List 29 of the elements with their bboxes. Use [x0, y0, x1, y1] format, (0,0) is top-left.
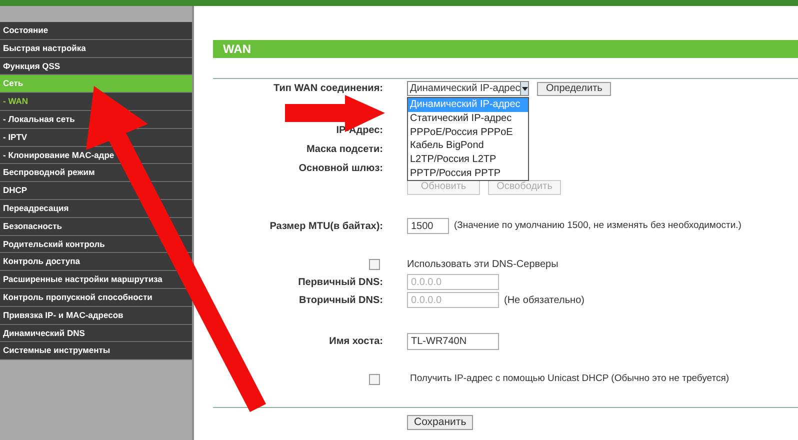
menu-item[interactable]: DHCP — [3, 184, 28, 197]
field-label: Маска подсети: — [306, 143, 383, 157]
field-label: Основной шлюз: — [298, 162, 383, 176]
menu-item[interactable]: - WAN — [3, 95, 28, 108]
field-label: Имя хоста: — [329, 334, 383, 348]
caret-icon — [520, 82, 528, 95]
hostname-field[interactable]: TL-WR740N — [407, 332, 499, 350]
dropdown-option[interactable]: Статический IP-адрес — [408, 112, 528, 126]
field-label: Вторичный DNS: — [299, 294, 383, 308]
field-label: Тип WAN соединения: — [274, 82, 383, 96]
checkbox[interactable] — [369, 374, 380, 384]
dropdown-option[interactable]: PPPoE/Россия PPPoE — [408, 125, 528, 140]
optional-note: (Не обязательно) — [504, 294, 584, 308]
dropdown-option[interactable]: PPTP/Россия PPTP — [408, 166, 528, 180]
menu-item[interactable]: Состояние — [3, 24, 48, 37]
dropdown-option[interactable]: L2TP/Россия L2TP — [408, 152, 528, 166]
checkbox[interactable] — [369, 258, 380, 270]
save-button[interactable]: Сохранить — [407, 415, 474, 430]
checkbox-label: Получить IP-адрес с помощью Unicast DHCP (Обычно это не требуется) — [410, 372, 730, 386]
section-header: WAN — [213, 40, 798, 58]
connection-type-select[interactable]: Динамический IP-адрес — [407, 81, 529, 96]
field-label: Размер MTU(в байтах): — [270, 220, 383, 234]
menu-item[interactable]: - IPTV — [3, 130, 28, 144]
mtu-hint: (Значение по умолчанию 1500, не изменять без необходимости.) — [454, 218, 742, 233]
detect-button[interactable]: Определить — [537, 82, 612, 96]
field-label: Первичный DNS: — [298, 276, 383, 290]
checkbox-label: Использовать эти DNS-Серверы — [407, 258, 558, 272]
dropdown-option[interactable]: Кабель BigPond — [408, 139, 528, 153]
mtu-field[interactable]: 1500 — [407, 218, 449, 234]
